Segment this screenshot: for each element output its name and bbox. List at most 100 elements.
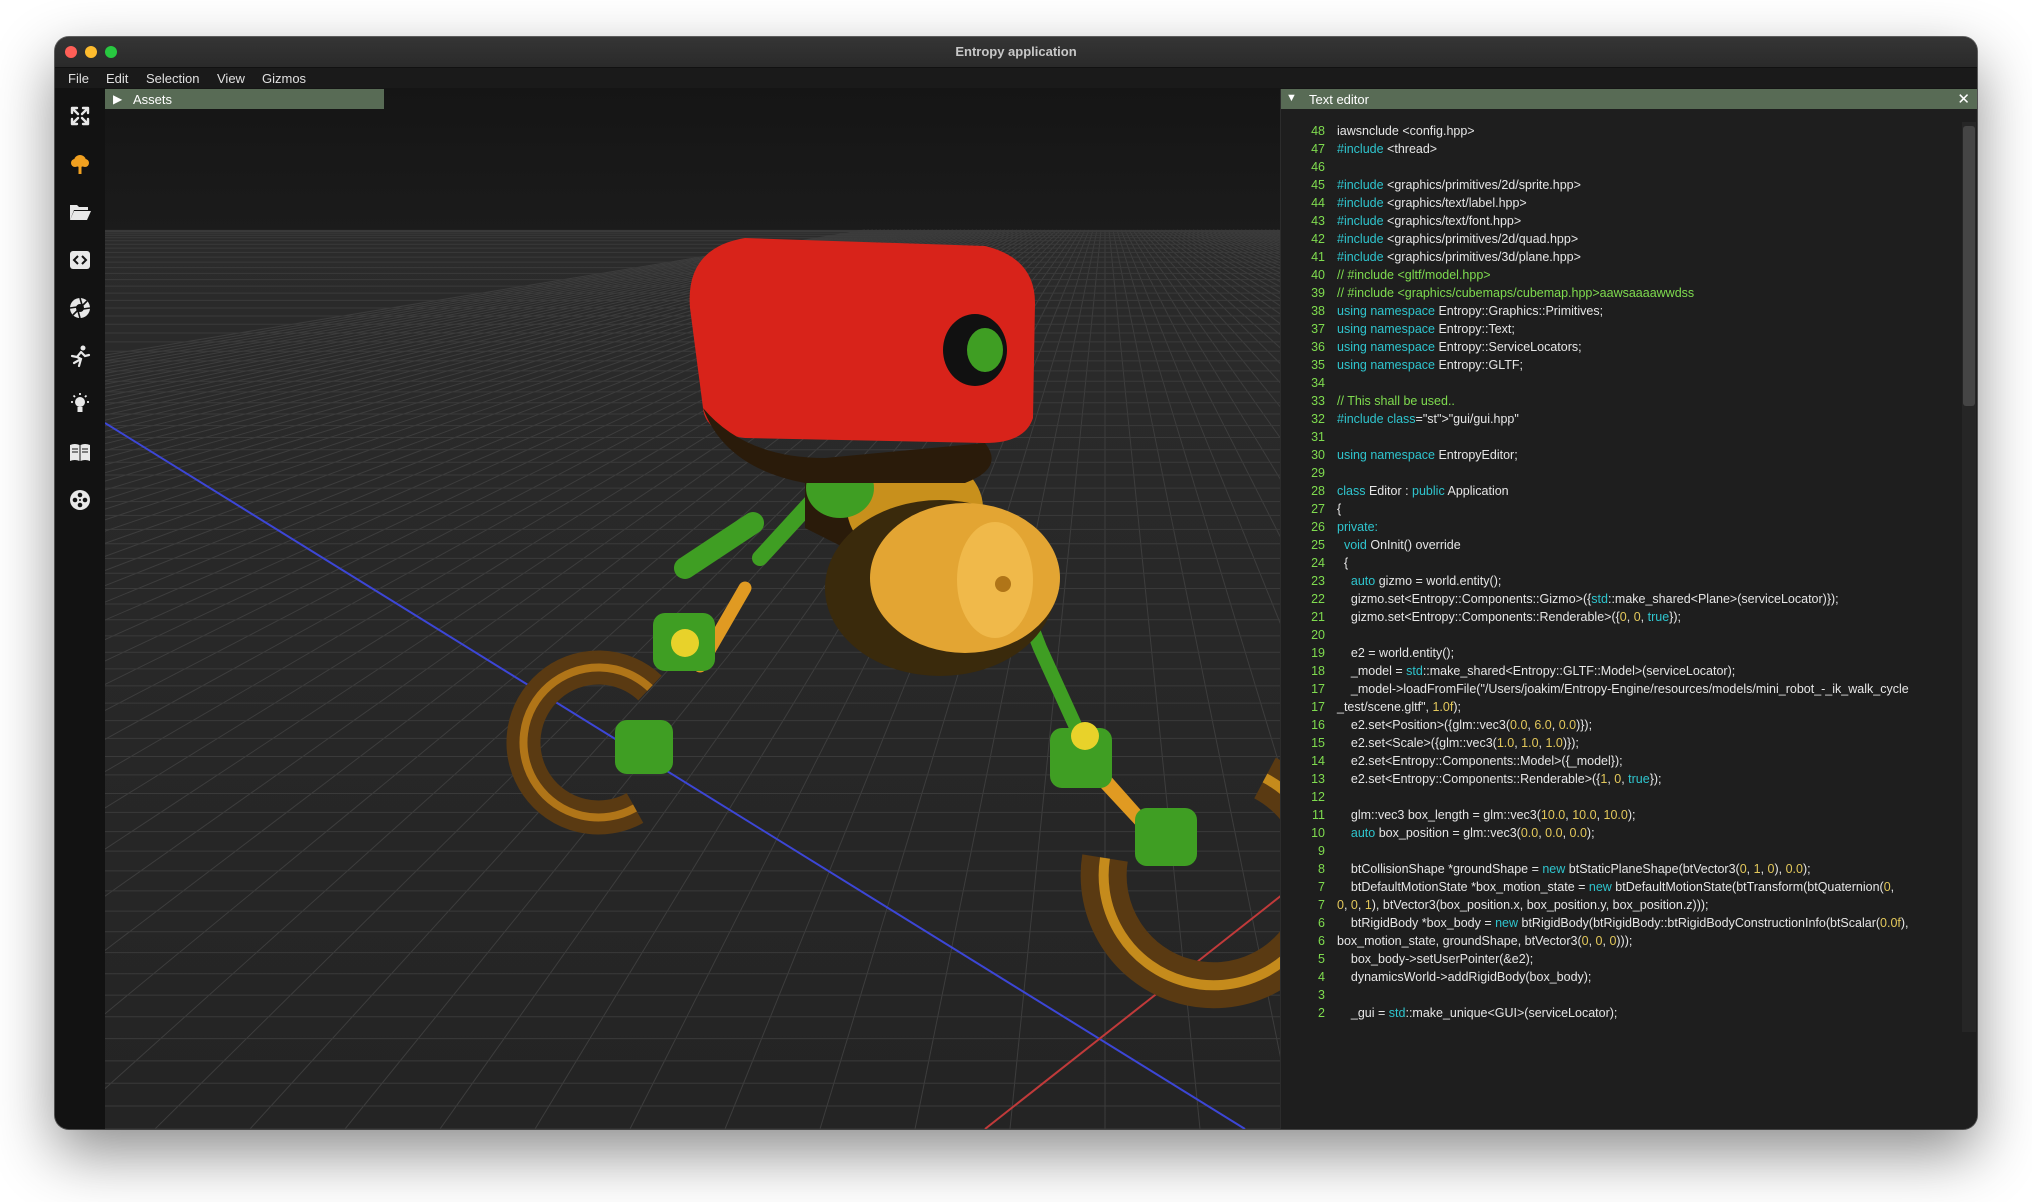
code-line[interactable]: 6 btRigidBody *box_body = new btRigidBod… bbox=[1281, 914, 1956, 932]
line-text: _gui = std::make_unique<GUI>(serviceLoca… bbox=[1337, 1006, 1618, 1020]
line-text: _test/scene.gltf", 1.0f); bbox=[1337, 700, 1461, 714]
code-line[interactable]: 9 bbox=[1281, 842, 1956, 860]
line-text: e2.set<Scale>({glm::vec3(1.0, 1.0, 1.0)}… bbox=[1337, 736, 1579, 750]
expand-arrow-icon[interactable]: ▶ bbox=[113, 92, 122, 106]
line-text: e2.set<Entropy::Components::Model>({_mod… bbox=[1337, 754, 1623, 768]
code-line[interactable]: 47 #include <thread> bbox=[1281, 140, 1956, 158]
line-text: box_body->setUserPointer(&e2); bbox=[1337, 952, 1534, 966]
line-number: 33 bbox=[1311, 394, 1325, 408]
code-line[interactable]: 4 dynamicsWorld->addRigidBody(box_body); bbox=[1281, 968, 1956, 986]
code-line[interactable]: 39 // #include <graphics/cubemaps/cubemap… bbox=[1281, 284, 1956, 302]
code-line[interactable]: 45 #include <graphics/primitives/2d/sprit… bbox=[1281, 176, 1956, 194]
code-line[interactable]: 36 using namespace Entropy::ServiceLocato… bbox=[1281, 338, 1956, 356]
code-icon[interactable] bbox=[68, 248, 92, 272]
code-line[interactable]: 17 _model->loadFromFile("/Users/joakim/E… bbox=[1281, 680, 1956, 698]
line-number: 32 bbox=[1311, 412, 1325, 426]
code-line[interactable]: 28 class Editor : public Application bbox=[1281, 482, 1956, 500]
code-line[interactable]: 18 _model = std::make_shared<Entropy::GL… bbox=[1281, 662, 1956, 680]
code-line[interactable]: 11 glm::vec3 box_length = glm::vec3(10.0… bbox=[1281, 806, 1956, 824]
line-number: 47 bbox=[1311, 142, 1325, 156]
line-text: #include <graphics/text/label.hpp> bbox=[1337, 196, 1527, 210]
editor-scrollbar[interactable] bbox=[1962, 122, 1976, 1032]
line-number: 4 bbox=[1318, 970, 1325, 984]
line-text: auto gizmo = world.entity(); bbox=[1350, 574, 1502, 588]
folder-open-icon[interactable] bbox=[68, 200, 92, 224]
code-line[interactable]: 3 bbox=[1281, 986, 1956, 1004]
code-line[interactable]: 48 iawsnclude <config.hpp> bbox=[1281, 122, 1956, 140]
code-line[interactable]: 33 // This shall be used.. bbox=[1281, 392, 1956, 410]
code-line[interactable]: 21 gizmo.set<Entropy::Components::Render… bbox=[1281, 608, 1956, 626]
code-line[interactable]: 16 e2.set<Position>({glm::vec3(0.0, 6.0,… bbox=[1281, 716, 1956, 734]
code-line[interactable]: 15 e2.set<Scale>({glm::vec3(1.0, 1.0, 1.… bbox=[1281, 734, 1956, 752]
code-line[interactable]: 43 #include <graphics/text/font.hpp> bbox=[1281, 212, 1956, 230]
fullscreen-icon[interactable] bbox=[68, 104, 92, 128]
code-line[interactable]: 26 private: bbox=[1281, 518, 1956, 536]
code-line[interactable]: 7 btDefaultMotionState *box_motion_state… bbox=[1281, 878, 1956, 896]
tree-icon[interactable] bbox=[68, 152, 92, 176]
code-line[interactable]: 40 // #include <gltf/model.hpp> bbox=[1281, 266, 1956, 284]
menu-selection[interactable]: Selection bbox=[146, 71, 199, 86]
code-line[interactable]: 44 #include <graphics/text/label.hpp> bbox=[1281, 194, 1956, 212]
book-icon[interactable] bbox=[68, 440, 92, 464]
line-number: 23 bbox=[1311, 574, 1325, 588]
close-icon[interactable]: ✕ bbox=[1957, 90, 1970, 108]
light-bulb-icon[interactable] bbox=[68, 392, 92, 416]
code-line[interactable]: 14 e2.set<Entropy::Components::Model>({_… bbox=[1281, 752, 1956, 770]
text-editor-title: Text editor bbox=[1309, 92, 1369, 107]
code-line[interactable]: 12 bbox=[1281, 788, 1956, 806]
aperture-icon[interactable] bbox=[68, 296, 92, 320]
line-number: 11 bbox=[1312, 808, 1325, 822]
scrollbar-thumb[interactable] bbox=[1963, 126, 1975, 406]
menu-file[interactable]: File bbox=[68, 71, 89, 86]
film-reel-icon[interactable] bbox=[68, 488, 92, 512]
code-line[interactable]: 37 using namespace Entropy::Text; bbox=[1281, 320, 1956, 338]
line-text: { bbox=[1337, 556, 1349, 570]
code-line[interactable]: 17 _test/scene.gltf", 1.0f); bbox=[1281, 698, 1956, 716]
code-line[interactable]: 42 #include <graphics/primitives/2d/quad.… bbox=[1281, 230, 1956, 248]
line-number: 44 bbox=[1311, 196, 1325, 210]
code-line[interactable]: 2 _gui = std::make_unique<GUI>(serviceLo… bbox=[1281, 1004, 1956, 1022]
line-number: 30 bbox=[1311, 448, 1325, 462]
code-line[interactable]: 24 { bbox=[1281, 554, 1956, 572]
menu-edit[interactable]: Edit bbox=[106, 71, 128, 86]
code-line[interactable]: 38 using namespace Entropy::Graphics::Pri… bbox=[1281, 302, 1956, 320]
text-editor-header[interactable]: ▼ Text editor ✕ bbox=[1281, 89, 1977, 109]
line-text: btCollisionShape *groundShape = new btSt… bbox=[1337, 862, 1811, 876]
code-line[interactable]: 41 #include <graphics/primitives/3d/plane… bbox=[1281, 248, 1956, 266]
line-number: 43 bbox=[1311, 214, 1325, 228]
code-line[interactable]: 31 bbox=[1281, 428, 1956, 446]
line-text: gizmo.set<Entropy::Components::Renderabl… bbox=[1337, 610, 1681, 624]
code-line[interactable]: 7 0, 0, 1), btVector3(box_position.x, box… bbox=[1281, 896, 1956, 914]
assets-panel-header[interactable]: ▶ Assets bbox=[105, 89, 384, 109]
code-line[interactable]: 8 btCollisionShape *groundShape = new bt… bbox=[1281, 860, 1956, 878]
line-number: 42 bbox=[1311, 232, 1325, 246]
code-line[interactable]: 19 e2 = world.entity(); bbox=[1281, 644, 1956, 662]
code-line[interactable]: 23 auto gizmo = world.entity(); bbox=[1281, 572, 1956, 590]
code-line[interactable]: 22 gizmo.set<Entropy::Components::Gizmo>… bbox=[1281, 590, 1956, 608]
menu-view[interactable]: View bbox=[217, 71, 245, 86]
line-number: 2 bbox=[1318, 1006, 1325, 1020]
code-line[interactable]: 27 { bbox=[1281, 500, 1956, 518]
collapse-arrow-icon[interactable]: ▼ bbox=[1286, 92, 1297, 104]
code-line[interactable]: 10 auto box_position = glm::vec3(0.0, 0.… bbox=[1281, 824, 1956, 842]
code-line[interactable]: 29 bbox=[1281, 464, 1956, 482]
line-text: void OnInit() override bbox=[1343, 538, 1461, 552]
code-line[interactable]: 32 #include class="st">"gui/gui.hpp" bbox=[1281, 410, 1956, 428]
code-line[interactable]: 5 box_body->setUserPointer(&e2); bbox=[1281, 950, 1956, 968]
code-line[interactable]: 35 using namespace Entropy::GLTF; bbox=[1281, 356, 1956, 374]
code-line[interactable]: 20 bbox=[1281, 626, 1956, 644]
line-text: using namespace Entropy::GLTF; bbox=[1337, 358, 1523, 372]
line-number: 3 bbox=[1318, 988, 1325, 1002]
menu-gizmos[interactable]: Gizmos bbox=[262, 71, 306, 86]
code-line[interactable]: 30 using namespace EntropyEditor; bbox=[1281, 446, 1956, 464]
code-line[interactable]: 25 void OnInit() override bbox=[1281, 536, 1956, 554]
code-line[interactable]: 6 box_motion_state, groundShape, btVector… bbox=[1281, 932, 1956, 950]
line-text: #include <graphics/primitives/2d/quad.hp… bbox=[1337, 232, 1579, 246]
line-text: // #include <graphics/cubemaps/cubemap.h… bbox=[1337, 286, 1695, 300]
code-line[interactable]: 46 bbox=[1281, 158, 1956, 176]
title-bar: Entropy application bbox=[55, 37, 1977, 68]
code-line[interactable]: 13 e2.set<Entropy::Components::Renderabl… bbox=[1281, 770, 1956, 788]
code-line[interactable]: 34 bbox=[1281, 374, 1956, 392]
running-figure-icon[interactable] bbox=[68, 344, 92, 368]
code-area[interactable]: 48 iawsnclude <config.hpp> 47 #include <thr… bbox=[1281, 122, 1956, 1022]
